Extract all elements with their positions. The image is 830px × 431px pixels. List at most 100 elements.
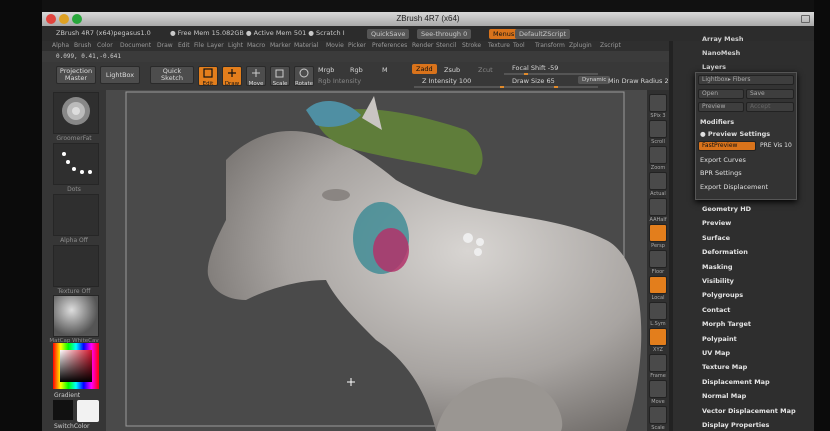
menu-document[interactable]: Document bbox=[120, 42, 151, 49]
l-sym-button[interactable] bbox=[649, 302, 667, 320]
subpalette-contact[interactable]: Contact bbox=[702, 306, 730, 314]
min-draw-radius-slider[interactable]: Min Draw Radius 2 bbox=[608, 77, 669, 85]
rgb-toggle[interactable]: Rgb bbox=[350, 66, 363, 74]
scale-button[interactable] bbox=[649, 406, 667, 424]
accept-button[interactable]: Accept bbox=[746, 102, 794, 112]
subpalette-deformation[interactable]: Deformation bbox=[702, 248, 748, 256]
zadd-toggle[interactable]: Zadd bbox=[412, 64, 437, 74]
local-button[interactable] bbox=[649, 276, 667, 294]
focal-shift-track[interactable] bbox=[504, 73, 598, 75]
subpalette-nanomesh[interactable]: NanoMesh bbox=[702, 49, 740, 57]
move-button[interactable] bbox=[649, 380, 667, 398]
palette-scrollbar[interactable] bbox=[669, 41, 673, 431]
zcut-toggle[interactable]: Zcut bbox=[478, 66, 493, 74]
menu-render[interactable]: Render bbox=[412, 42, 433, 49]
menu-file[interactable]: File bbox=[194, 42, 204, 49]
subpalette-layers[interactable]: Layers bbox=[702, 63, 726, 71]
quick-sketch-button[interactable]: Quick Sketch bbox=[150, 66, 194, 84]
export-curves-button[interactable]: Export Curves bbox=[700, 156, 746, 164]
preview-button[interactable]: Preview bbox=[698, 102, 744, 112]
floor-button[interactable] bbox=[649, 250, 667, 268]
document-canvas[interactable] bbox=[106, 90, 647, 431]
menu-edit[interactable]: Edit bbox=[178, 42, 190, 49]
default-zscript-button[interactable]: DefaultZScript bbox=[515, 29, 571, 39]
menu-macro[interactable]: Macro bbox=[247, 42, 265, 49]
menu-transform[interactable]: Transform bbox=[535, 42, 565, 49]
see-through-slider[interactable]: See-through 0 bbox=[417, 29, 472, 39]
alpha-thumbnail[interactable] bbox=[53, 194, 99, 236]
save-button[interactable]: Save bbox=[746, 89, 794, 99]
subpalette-displacement-map[interactable]: Displacement Map bbox=[702, 378, 770, 386]
menu-color[interactable]: Color bbox=[97, 42, 113, 49]
bpr-settings-button[interactable]: BPR Settings bbox=[700, 169, 742, 177]
menu-zscript[interactable]: Zscript bbox=[600, 42, 621, 49]
menu-picker[interactable]: Picker bbox=[348, 42, 366, 49]
menu-light[interactable]: Light bbox=[228, 42, 243, 49]
draw-size-track[interactable] bbox=[504, 86, 598, 88]
stroke-thumbnail[interactable] bbox=[53, 143, 99, 185]
move-mode-button[interactable]: Move bbox=[246, 66, 266, 87]
lightbox-button[interactable]: LightBox bbox=[100, 66, 140, 84]
menu-zplugin[interactable]: Zplugin bbox=[569, 42, 592, 49]
dynamic-toggle[interactable]: Dynamic bbox=[578, 76, 611, 84]
persp-button[interactable] bbox=[649, 224, 667, 242]
menu-stencil[interactable]: Stencil bbox=[436, 42, 456, 49]
zoom-button[interactable] bbox=[649, 146, 667, 164]
scale-mode-button[interactable]: Scale bbox=[270, 66, 290, 87]
preview-settings-header[interactable]: ● Preview Settings bbox=[700, 130, 770, 138]
material-thumbnail[interactable] bbox=[53, 295, 99, 337]
z-intensity-track[interactable] bbox=[414, 86, 504, 88]
menu-stroke[interactable]: Stroke bbox=[462, 42, 481, 49]
subpalette-array-mesh[interactable]: Array Mesh bbox=[702, 35, 744, 43]
menu-material[interactable]: Material bbox=[294, 42, 318, 49]
subpalette-vector-displacement-map[interactable]: Vector Displacement Map bbox=[702, 407, 796, 415]
subpalette-preview[interactable]: Preview bbox=[702, 219, 731, 227]
menu-layer[interactable]: Layer bbox=[207, 42, 224, 49]
subpalette-visibility[interactable]: Visibility bbox=[702, 277, 734, 285]
draw-mode-button[interactable]: Draw bbox=[222, 66, 242, 87]
menus-toggle[interactable]: Menus bbox=[489, 29, 519, 39]
z-intensity-slider[interactable]: Z Intensity 100 bbox=[422, 77, 471, 85]
subpalette-normal-map[interactable]: Normal Map bbox=[702, 392, 746, 400]
menu-draw[interactable]: Draw bbox=[157, 42, 173, 49]
subpalette-morph-target[interactable]: Morph Target bbox=[702, 320, 751, 328]
rgb-intensity-slider[interactable]: Rgb Intensity bbox=[318, 77, 361, 85]
actual-button[interactable] bbox=[649, 172, 667, 190]
frame-button[interactable] bbox=[649, 354, 667, 372]
mrgb-toggle[interactable]: Mrgb bbox=[318, 66, 334, 74]
primary-color-swatch[interactable] bbox=[77, 400, 99, 422]
menu-tool[interactable]: Tool bbox=[513, 42, 525, 49]
subpalette-polygroups[interactable]: Polygroups bbox=[702, 291, 743, 299]
zsub-toggle[interactable]: Zsub bbox=[444, 66, 460, 74]
menu-movie[interactable]: Movie bbox=[326, 42, 344, 49]
modifiers-header[interactable]: Modifiers bbox=[700, 118, 734, 126]
color-field[interactable] bbox=[60, 350, 92, 382]
focal-shift-slider[interactable]: Focal Shift -59 bbox=[512, 64, 558, 72]
menu-texture[interactable]: Texture bbox=[488, 42, 510, 49]
preview-vis-slider[interactable]: PRE Vis 10 bbox=[760, 142, 792, 149]
open-button[interactable]: Open bbox=[698, 89, 744, 99]
projection-master-button[interactable]: Projection Master bbox=[56, 66, 96, 84]
subpalette-polypaint[interactable]: Polypaint bbox=[702, 335, 737, 343]
quicksave-button[interactable]: QuickSave bbox=[367, 29, 410, 39]
scroll-button[interactable] bbox=[649, 120, 667, 138]
secondary-color-swatch[interactable] bbox=[53, 400, 73, 420]
export-displacement-button[interactable]: Export Displacement bbox=[700, 183, 768, 191]
menu-marker[interactable]: Marker bbox=[270, 42, 291, 49]
subpalette-uv-map[interactable]: UV Map bbox=[702, 349, 730, 357]
fast-preview-button[interactable]: FastPreview bbox=[698, 141, 756, 151]
edit-mode-button[interactable]: Edit bbox=[198, 66, 218, 87]
m-toggle[interactable]: M bbox=[382, 66, 388, 74]
subpalette-masking[interactable]: Masking bbox=[702, 263, 733, 271]
menu-alpha[interactable]: Alpha bbox=[52, 42, 69, 49]
texture-thumbnail[interactable] bbox=[53, 245, 99, 287]
spix-3-button[interactable] bbox=[649, 94, 667, 112]
draw-size-slider[interactable]: Draw Size 65 bbox=[512, 77, 555, 85]
color-picker[interactable] bbox=[53, 343, 99, 389]
menu-preferences[interactable]: Preferences bbox=[372, 42, 407, 49]
xyz-button[interactable] bbox=[649, 328, 667, 346]
subpalette-texture-map[interactable]: Texture Map bbox=[702, 363, 747, 371]
rotate-mode-button[interactable]: Rotate bbox=[294, 66, 314, 87]
aahalf-button[interactable] bbox=[649, 198, 667, 216]
subpalette-display-properties[interactable]: Display Properties bbox=[702, 421, 769, 429]
